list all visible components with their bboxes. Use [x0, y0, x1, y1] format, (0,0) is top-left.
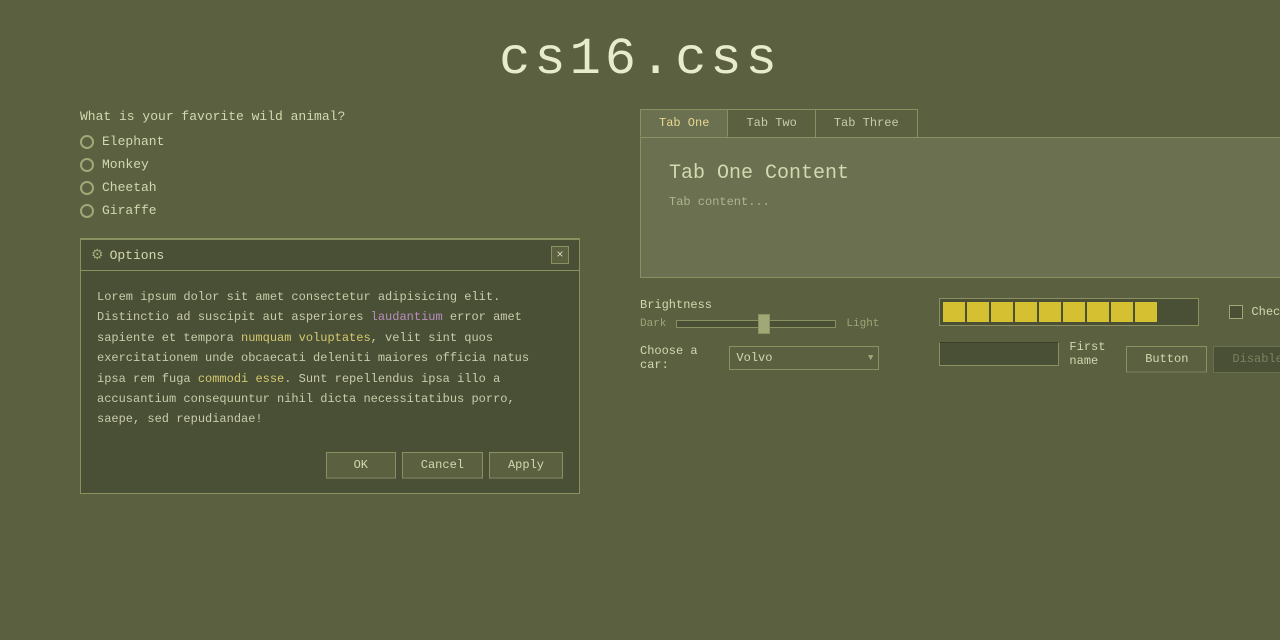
radio-group-question: What is your favorite wild animal?: [80, 109, 580, 124]
buttons-row: Button Disabled: [1126, 346, 1280, 373]
brightness-slider[interactable]: [676, 320, 836, 328]
radio-label-monkey: Monkey: [102, 157, 149, 172]
checkbox-input[interactable]: [1229, 305, 1243, 319]
tab-one[interactable]: Tab One: [640, 109, 728, 137]
page-title: cs16.css: [0, 30, 1280, 89]
progress-seg-3: [991, 302, 1013, 322]
gear-icon: ⚙: [91, 247, 104, 264]
brightness-label: Brightness: [640, 298, 879, 312]
tab-two[interactable]: Tab Two: [727, 109, 815, 137]
apply-button[interactable]: Apply: [489, 452, 563, 479]
tab-content-title: Tab One Content: [669, 162, 1280, 185]
progress-seg-5: [1039, 302, 1061, 322]
dialog-body: Lorem ipsum dolor sit amet consectetur a…: [81, 271, 579, 442]
dialog-close-button[interactable]: ×: [551, 246, 569, 264]
left-column: What is your favorite wild animal? Eleph…: [80, 109, 580, 494]
progress-seg-6: [1063, 302, 1085, 322]
progress-seg-8: [1111, 302, 1133, 322]
checkbox-label: Checkbox: [1251, 305, 1280, 319]
radio-label-giraffe: Giraffe: [102, 203, 157, 218]
radio-elephant[interactable]: [80, 135, 94, 149]
progress-seg-7: [1087, 302, 1109, 322]
brightness-car-section: Brightness Dark Light Choose a car: Volv…: [640, 298, 879, 386]
dialog-title-text: Options: [110, 248, 165, 263]
first-name-label: First name: [1069, 340, 1106, 368]
progress-seg-1: [943, 302, 965, 322]
radio-label-elephant: Elephant: [102, 134, 164, 149]
tab-content-panel: Tab One Content Tab content...: [640, 138, 1280, 278]
car-select-wrapper[interactable]: Volvo Saab Mercedes Audi: [729, 346, 879, 370]
radio-item-giraffe[interactable]: Giraffe: [80, 203, 580, 218]
radio-item-monkey[interactable]: Monkey: [80, 157, 580, 172]
options-dialog: ⚙ Options × Lorem ipsum dolor sit amet c…: [80, 238, 580, 494]
tab-list: Tab One Tab Two Tab Three: [640, 109, 1280, 138]
brightness-section: Brightness Dark Light: [640, 298, 879, 330]
radio-item-elephant[interactable]: Elephant: [80, 134, 580, 149]
car-select[interactable]: Volvo Saab Mercedes Audi: [729, 346, 879, 370]
right-controls: Checkbox First name Button Disabled: [939, 298, 1280, 378]
light-label: Light: [846, 318, 879, 330]
checkbox-row: Checkbox: [1229, 305, 1280, 319]
radio-cheetah[interactable]: [80, 181, 94, 195]
first-name-input[interactable]: [939, 342, 1059, 366]
dark-label: Dark: [640, 318, 666, 330]
radio-giraffe[interactable]: [80, 204, 94, 218]
car-select-row: Choose a car: Volvo Saab Mercedes Audi: [640, 344, 879, 372]
cancel-button[interactable]: Cancel: [402, 452, 483, 479]
first-name-row: First name: [939, 340, 1106, 368]
ok-button[interactable]: OK: [326, 452, 396, 479]
main-button[interactable]: Button: [1126, 346, 1207, 373]
radio-monkey[interactable]: [80, 158, 94, 172]
radio-group: What is your favorite wild animal? Eleph…: [80, 109, 580, 218]
dialog-titlebar: ⚙ Options ×: [81, 240, 579, 271]
slider-container: Dark Light: [640, 318, 879, 330]
tabs-container: Tab One Tab Two Tab Three Tab One Conten…: [640, 109, 1280, 278]
progress-bar: [939, 298, 1199, 326]
right-column: Tab One Tab Two Tab Three Tab One Conten…: [640, 109, 1280, 386]
progress-seg-9: [1135, 302, 1157, 322]
progress-seg-2: [967, 302, 989, 322]
radio-item-cheetah[interactable]: Cheetah: [80, 180, 580, 195]
page-header: cs16.css: [0, 0, 1280, 109]
car-select-label: Choose a car:: [640, 344, 719, 372]
dialog-body-text: Lorem ipsum dolor sit amet consectetur a…: [97, 287, 563, 430]
dialog-footer: OK Cancel Apply: [81, 442, 579, 493]
progress-seg-4: [1015, 302, 1037, 322]
tab-three[interactable]: Tab Three: [815, 109, 918, 137]
radio-label-cheetah: Cheetah: [102, 180, 157, 195]
dialog-title-area: ⚙ Options: [91, 247, 164, 264]
tab-content-text: Tab content...: [669, 195, 1280, 209]
disabled-button: Disabled: [1213, 346, 1280, 373]
